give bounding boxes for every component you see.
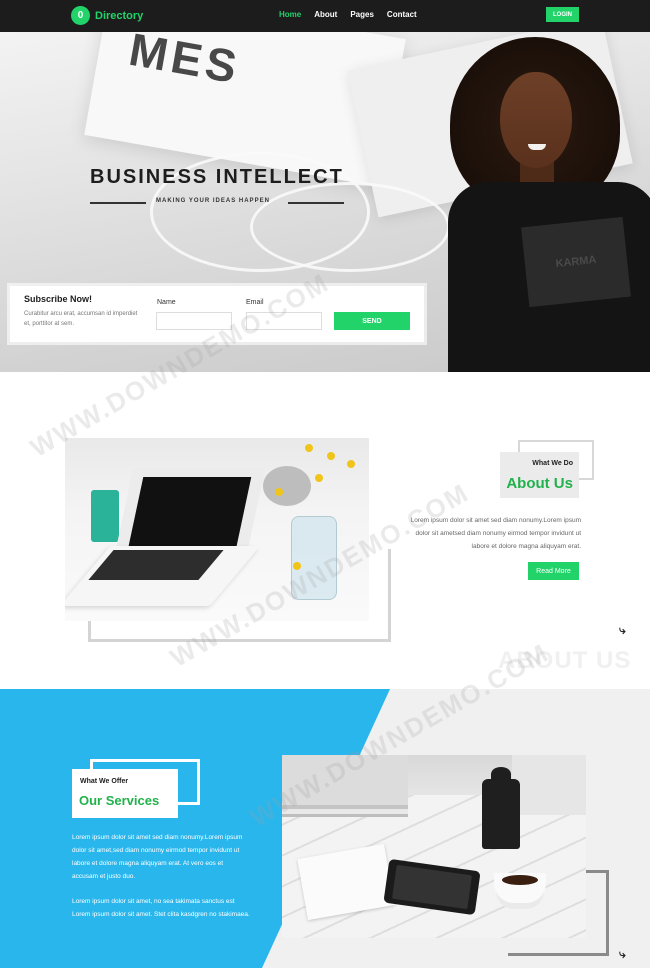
send-button[interactable]: SEND — [334, 312, 410, 330]
hero-title: BUSINESS INTELLECT — [90, 166, 344, 188]
hero-newspaper-text: MES — [125, 32, 245, 94]
hero-subtitle: MAKING YOUR IDEAS HAPPEN — [156, 198, 270, 204]
flower — [315, 474, 323, 482]
subscribe-title: Subscribe Now! — [24, 294, 93, 304]
nav-link-contact[interactable]: Contact — [387, 10, 417, 19]
window-light — [512, 755, 586, 815]
logo-text: Directory — [95, 9, 144, 22]
top-navbar: 0 Directory Home About Pages Contact LOG… — [0, 0, 650, 32]
flower — [293, 562, 301, 570]
about-watermark: ABOUT US — [498, 647, 632, 674]
cup-image — [91, 490, 119, 542]
plant-pot — [263, 466, 311, 506]
services-text-1: Lorem ipsum dolor sit amet sed diam nonu… — [72, 834, 243, 880]
logo-badge: 0 — [71, 6, 90, 25]
logo[interactable]: 0 Directory — [71, 6, 143, 25]
subscribe-box: Subscribe Now! Curabitur arcu erat, accu… — [10, 286, 424, 342]
flower — [305, 444, 313, 452]
laptop-display — [126, 477, 252, 555]
scroll-mark-icon: ⤷ — [619, 623, 626, 637]
earphone-cable-image — [250, 182, 450, 272]
services-section: What We Offer Our Services Lorem ipsum d… — [0, 689, 650, 968]
flower — [327, 452, 335, 460]
hero-banner: MES BUSINESS INTELLECT MAKING YOUR IDEAS… — [0, 32, 650, 372]
read-more-button[interactable]: Read More — [528, 562, 579, 580]
services-kicker: What We Offer — [80, 778, 129, 785]
hero-divider-left — [90, 202, 146, 204]
about-image — [65, 438, 369, 621]
person-face — [500, 72, 572, 168]
name-label: Name — [157, 299, 176, 306]
about-kicker: What We Do — [532, 460, 573, 467]
email-input[interactable] — [246, 312, 322, 330]
flower — [347, 460, 355, 468]
name-input[interactable] — [156, 312, 232, 330]
services-image — [282, 755, 586, 938]
hero-divider-right — [288, 202, 344, 204]
subscribe-description: Curabitur arcu erat, accumsan id imperdi… — [24, 311, 138, 327]
coffee — [502, 875, 538, 885]
shirt-text: KARMA — [555, 253, 597, 271]
nav-link-home[interactable]: Home — [279, 10, 301, 19]
moka-pot — [482, 779, 520, 849]
glass-vase — [291, 516, 337, 600]
scroll-mark-icon: ⤷ — [619, 947, 626, 961]
email-label: Email — [246, 299, 264, 306]
hero-person-image: KARMA — [445, 32, 650, 372]
services-text-2: Lorem ipsum dolor sit amet, no sea takim… — [72, 898, 250, 918]
shirt-patch: KARMA — [521, 216, 631, 308]
magazine-stack — [282, 755, 408, 817]
main-menu: Home About Pages Contact — [279, 10, 417, 19]
nav-link-about[interactable]: About — [314, 10, 337, 19]
about-heading: About Us — [506, 475, 573, 492]
login-button[interactable]: LOGIN — [546, 7, 579, 22]
flower — [275, 488, 283, 496]
about-text: Lorem ipsum dolor sit amet sed diam nonu… — [410, 517, 581, 550]
nav-link-pages[interactable]: Pages — [350, 10, 374, 19]
services-heading: Our Services — [79, 793, 160, 808]
